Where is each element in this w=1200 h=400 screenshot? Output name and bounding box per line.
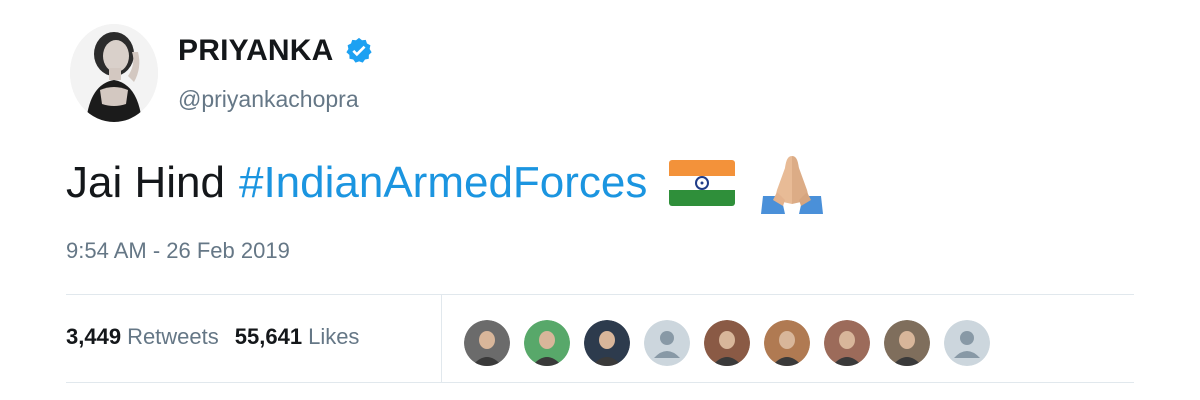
user-handle[interactable]: @priyankachopra (178, 86, 359, 113)
liker-avatar-3[interactable] (582, 318, 632, 368)
tweet-card: PRIYANKA @priyankachopra Jai Hind #India… (0, 0, 1200, 400)
liker-avatar-4[interactable] (642, 318, 692, 368)
liker-avatar-1[interactable] (462, 318, 512, 368)
tweet-text: Jai Hind #IndianArmedForces (66, 152, 827, 214)
stats-divider-top (66, 294, 1134, 295)
tweet-text-body: Jai Hind (66, 158, 225, 207)
liker-avatars (462, 318, 1002, 368)
verified-badge-icon (345, 37, 372, 63)
likes-label: Likes (308, 324, 360, 349)
tweet-timestamp[interactable]: 9:54 AM - 26 Feb 2019 (66, 238, 290, 264)
tweet-stats: 3,449 Retweets 55,641 Likes (66, 324, 359, 350)
retweets-label: Retweets (127, 324, 219, 349)
likes-count: 55,641 (234, 324, 303, 349)
retweets-stat[interactable]: 3,449 Retweets (66, 324, 219, 350)
display-name[interactable]: PRIYANKA (178, 34, 374, 68)
liker-avatar-8[interactable] (882, 318, 932, 368)
liker-avatar-6[interactable] (762, 318, 812, 368)
profile-photo-icon (70, 24, 158, 122)
liker-avatar-7[interactable] (822, 318, 872, 368)
display-name-text: PRIYANKA (178, 34, 334, 67)
liker-avatar-9[interactable] (942, 318, 992, 368)
stats-divider-bottom (66, 382, 1134, 383)
liker-avatar-5[interactable] (702, 318, 752, 368)
retweets-count: 3,449 (66, 324, 122, 349)
stats-divider-vertical (441, 294, 442, 382)
likes-stat[interactable]: 55,641 Likes (235, 324, 360, 350)
india-flag-icon (669, 160, 736, 206)
folded-hands-icon (761, 156, 824, 214)
liker-avatar-2[interactable] (522, 318, 572, 368)
hashtag-link[interactable]: #IndianArmedForces (239, 158, 647, 208)
profile-avatar[interactable] (70, 24, 158, 122)
